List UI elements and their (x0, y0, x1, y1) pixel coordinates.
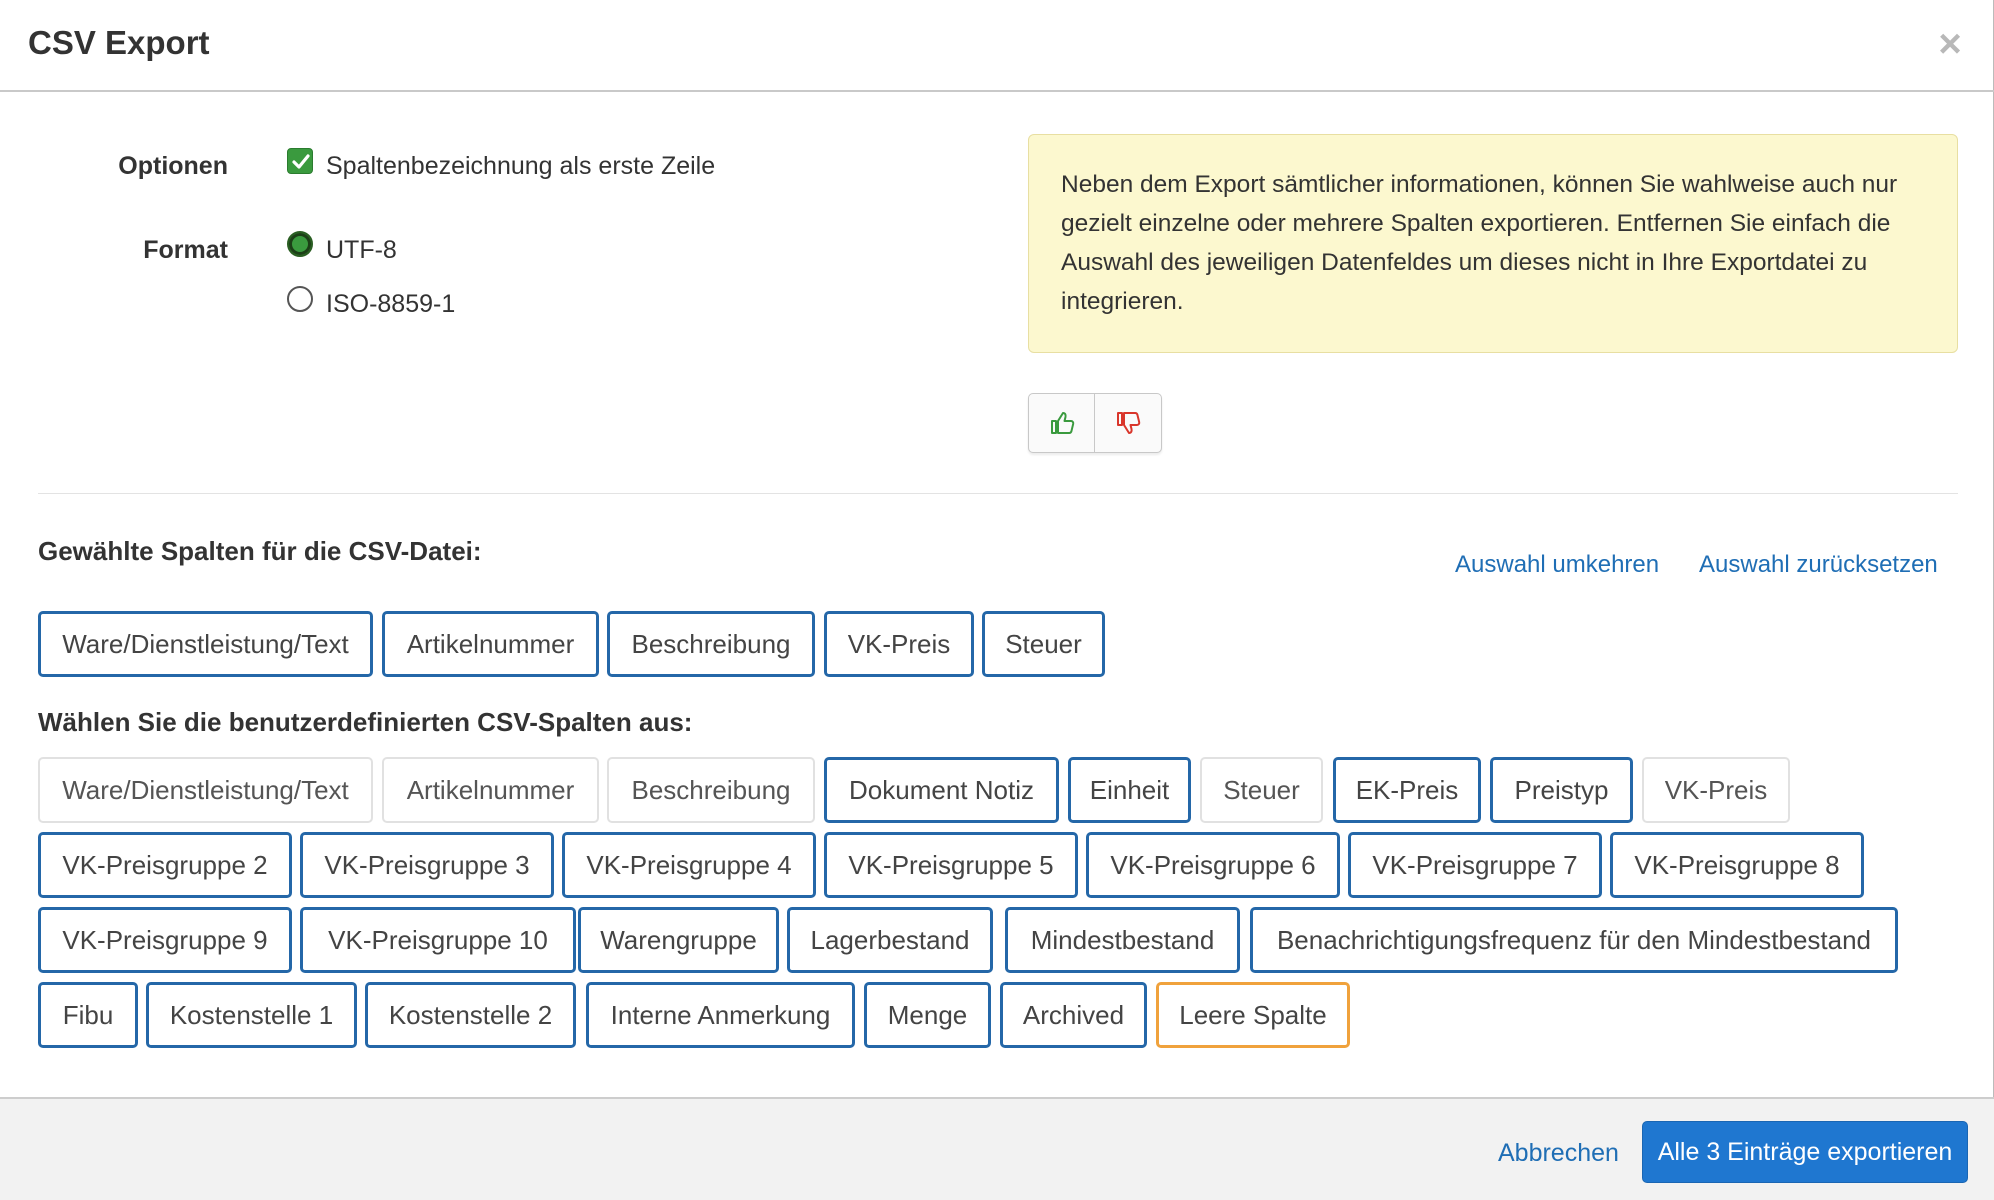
reset-selection-link[interactable]: Auswahl zurücksetzen (1699, 551, 1938, 579)
close-icon[interactable]: × (1932, 24, 1968, 64)
selected-column-chip[interactable]: Steuer (982, 611, 1105, 677)
export-button[interactable]: Alle 3 Einträge exportieren (1642, 1121, 1968, 1183)
format-label: Format (143, 236, 228, 264)
info-box: Neben dem Export sämtlicher informatione… (1028, 134, 1958, 353)
custom-column-chip[interactable]: Kostenstelle 1 (146, 982, 357, 1048)
thumbs-down-button[interactable] (1095, 394, 1161, 452)
feedback-button-group (1028, 393, 1162, 453)
selected-column-chip[interactable]: VK-Preis (824, 611, 974, 677)
selected-column-chip[interactable]: Artikelnummer (382, 611, 599, 677)
custom-column-chip[interactable]: Kostenstelle 2 (365, 982, 576, 1048)
custom-column-chip[interactable]: Steuer (1200, 757, 1323, 823)
section-divider (38, 493, 1958, 494)
custom-column-chip[interactable]: VK-Preisgruppe 3 (300, 832, 554, 898)
custom-column-chip[interactable]: VK-Preisgruppe 9 (38, 907, 292, 973)
checkmark-icon (292, 154, 310, 169)
custom-column-chip[interactable]: VK-Preisgruppe 5 (824, 832, 1078, 898)
custom-column-chip[interactable]: Ware/Dienstleistung/Text (38, 757, 373, 823)
custom-column-chip[interactable]: VK-Preisgruppe 4 (562, 832, 816, 898)
options-label: Optionen (118, 152, 228, 180)
format-iso-radio[interactable] (287, 286, 313, 312)
header-row-label: Spaltenbezeichnung als erste Zeile (326, 152, 716, 180)
custom-column-chip[interactable]: VK-Preisgruppe 7 (1348, 832, 1602, 898)
dialog-header: CSV Export × (0, 0, 1994, 92)
thumbs-up-icon (1050, 412, 1074, 434)
thumbs-up-button[interactable] (1029, 394, 1095, 452)
custom-columns-title: Wählen Sie die benutzerdefinierten CSV-S… (38, 707, 693, 737)
custom-column-chip[interactable]: VK-Preisgruppe 6 (1086, 832, 1340, 898)
custom-column-chip[interactable]: Preistyp (1490, 757, 1633, 823)
custom-column-chip[interactable]: Archived (1000, 982, 1147, 1048)
header-row-checkbox[interactable] (287, 148, 313, 174)
dialog-title: CSV Export (28, 24, 210, 61)
custom-column-chip[interactable]: Menge (864, 982, 991, 1048)
custom-column-chip[interactable]: Interne Anmerkung (586, 982, 855, 1048)
selected-column-chip[interactable]: Beschreibung (607, 611, 815, 677)
csv-export-dialog: CSV Export × Optionen Spaltenbezeichnung… (0, 0, 1994, 1200)
custom-column-chip[interactable]: Beschreibung (607, 757, 815, 823)
custom-column-chip[interactable]: VK-Preis (1642, 757, 1790, 823)
custom-column-chip[interactable]: Lagerbestand (787, 907, 993, 973)
custom-column-chip[interactable]: Einheit (1068, 757, 1191, 823)
custom-column-chip[interactable]: VK-Preisgruppe 2 (38, 832, 292, 898)
dialog-footer: Abbrechen Alle 3 Einträge exportieren (0, 1097, 1994, 1200)
selected-column-chip[interactable]: Ware/Dienstleistung/Text (38, 611, 373, 677)
invert-selection-link[interactable]: Auswahl umkehren (1455, 551, 1659, 579)
format-utf8-label: UTF-8 (326, 236, 397, 264)
selected-columns-title: Gewählte Spalten für die CSV-Datei: (38, 536, 482, 566)
custom-column-chip[interactable]: Benachrichtigungsfrequenz für den Mindes… (1250, 907, 1898, 973)
format-utf8-radio[interactable] (287, 231, 313, 257)
format-iso-label: ISO-8859-1 (326, 290, 456, 318)
empty-column-chip[interactable]: Leere Spalte (1156, 982, 1350, 1048)
custom-column-chip[interactable]: Warengruppe (578, 907, 779, 973)
custom-column-chip[interactable]: Mindestbestand (1005, 907, 1240, 973)
custom-column-chip[interactable]: Artikelnummer (382, 757, 599, 823)
custom-column-chip[interactable]: Dokument Notiz (824, 757, 1059, 823)
custom-column-chip[interactable]: VK-Preisgruppe 8 (1610, 832, 1864, 898)
cancel-button[interactable]: Abbrechen (1498, 1139, 1619, 1168)
thumbs-down-icon (1117, 412, 1141, 434)
custom-column-chip[interactable]: Fibu (38, 982, 138, 1048)
custom-column-chip[interactable]: VK-Preisgruppe 10 (300, 907, 576, 973)
custom-column-chip[interactable]: EK-Preis (1333, 757, 1481, 823)
